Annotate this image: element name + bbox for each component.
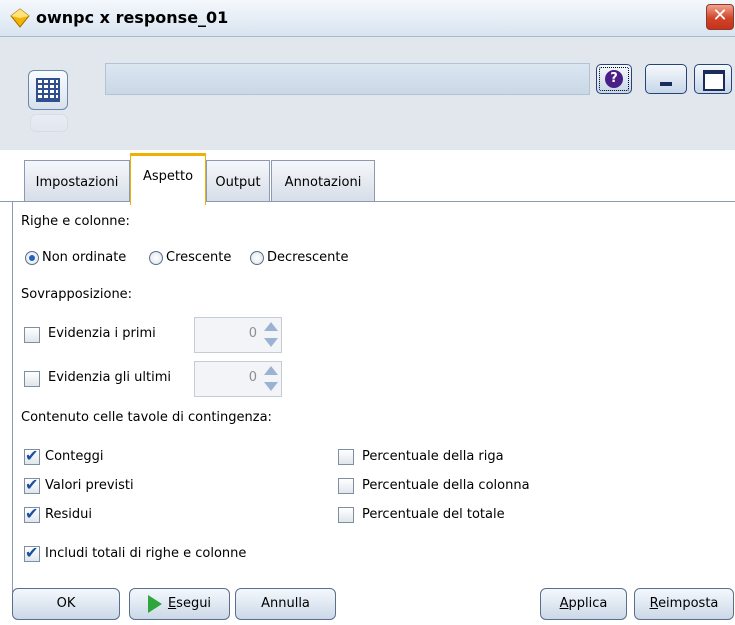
apply-button-mnemonic: A (559, 596, 569, 611)
highlight-bottom-stepper[interactable]: 0 (194, 361, 282, 397)
help-icon: ? (605, 70, 623, 88)
cell-contents-heading: Contenuto celle tavole di contingenza: (21, 410, 272, 425)
overlap-heading: Sovrapposizione: (21, 287, 133, 302)
table-node-icon (28, 70, 68, 110)
tab-output[interactable]: Output (206, 160, 270, 201)
counts-label: Conteggi (45, 449, 104, 464)
run-button[interactable]: Esegui (129, 588, 230, 620)
radio-decrescente-label: Decrescente (267, 250, 349, 265)
run-icon (147, 594, 162, 613)
include-totals-checkbox[interactable] (24, 543, 40, 562)
tab-impostazioni[interactable]: Impostazioni (24, 160, 130, 201)
column-percentage-checkbox[interactable] (338, 478, 354, 494)
cancel-button[interactable]: Annulla (235, 588, 336, 620)
radio-non-ordinate[interactable] (25, 251, 39, 265)
stepper-down-icon[interactable] (264, 338, 278, 347)
window-title: ownpc x response_01 (36, 8, 229, 27)
highlight-bottom-value: 0 (248, 370, 257, 385)
reset-button[interactable]: Reimposta (634, 588, 734, 620)
row-percentage-label: Percentuale della riga (362, 449, 504, 464)
highlight-bottom-checkbox[interactable] (24, 371, 40, 387)
column-percentage-label: Percentuale della colonna (362, 478, 530, 493)
radio-non-ordinate-label: Non ordinate (42, 250, 127, 265)
node-name-field[interactable] (105, 63, 590, 95)
include-totals-label: Includi totali di righe e colonne (45, 546, 247, 561)
rows-columns-heading: Righe e colonne: (21, 214, 130, 229)
radio-decrescente[interactable] (250, 251, 264, 265)
highlight-top-value: 0 (248, 326, 257, 341)
tab-aspetto[interactable]: Aspetto (130, 153, 206, 205)
stepper-down-icon[interactable] (264, 382, 278, 391)
residuals-label: Residui (45, 507, 92, 522)
expected-values-label: Valori previsti (45, 478, 134, 493)
radio-crescente[interactable] (149, 251, 163, 265)
node-type-icon (10, 8, 30, 28)
help-button[interactable]: ? (596, 64, 632, 94)
highlight-top-stepper[interactable]: 0 (194, 317, 282, 353)
expected-values-checkbox[interactable] (24, 475, 40, 494)
minimize-icon (660, 82, 672, 86)
ok-button[interactable]: OK (12, 588, 120, 620)
reset-button-mnemonic: R (649, 596, 659, 611)
total-percentage-label: Percentuale del totale (362, 507, 505, 522)
maximize-icon (703, 70, 725, 91)
highlight-bottom-label: Evidenzia gli ultimi (48, 370, 171, 385)
reset-button-label: eimposta (658, 596, 719, 611)
apply-button-label: pplica (568, 596, 608, 611)
title-bar: ownpc x response_01 ✕ (0, 0, 735, 37)
stepper-up-icon[interactable] (264, 322, 278, 331)
radio-crescente-label: Crescente (166, 250, 232, 265)
stepper-up-icon[interactable] (264, 366, 278, 375)
close-icon[interactable]: ✕ (706, 4, 734, 30)
run-button-label: segui (176, 596, 212, 611)
node-icon-reflection (30, 114, 68, 132)
highlight-top-label: Evidenzia i primi (48, 326, 156, 341)
residuals-checkbox[interactable] (24, 504, 40, 523)
total-percentage-checkbox[interactable] (338, 507, 354, 523)
highlight-top-checkbox[interactable] (24, 327, 40, 343)
row-percentage-checkbox[interactable] (338, 449, 354, 465)
tab-annotazioni[interactable]: Annotazioni (271, 160, 375, 201)
apply-button[interactable]: Applica (540, 588, 627, 620)
run-button-mnemonic: E (167, 596, 177, 611)
maximize-button[interactable] (694, 64, 732, 94)
minimize-button[interactable] (645, 64, 687, 94)
counts-checkbox[interactable] (24, 446, 40, 465)
